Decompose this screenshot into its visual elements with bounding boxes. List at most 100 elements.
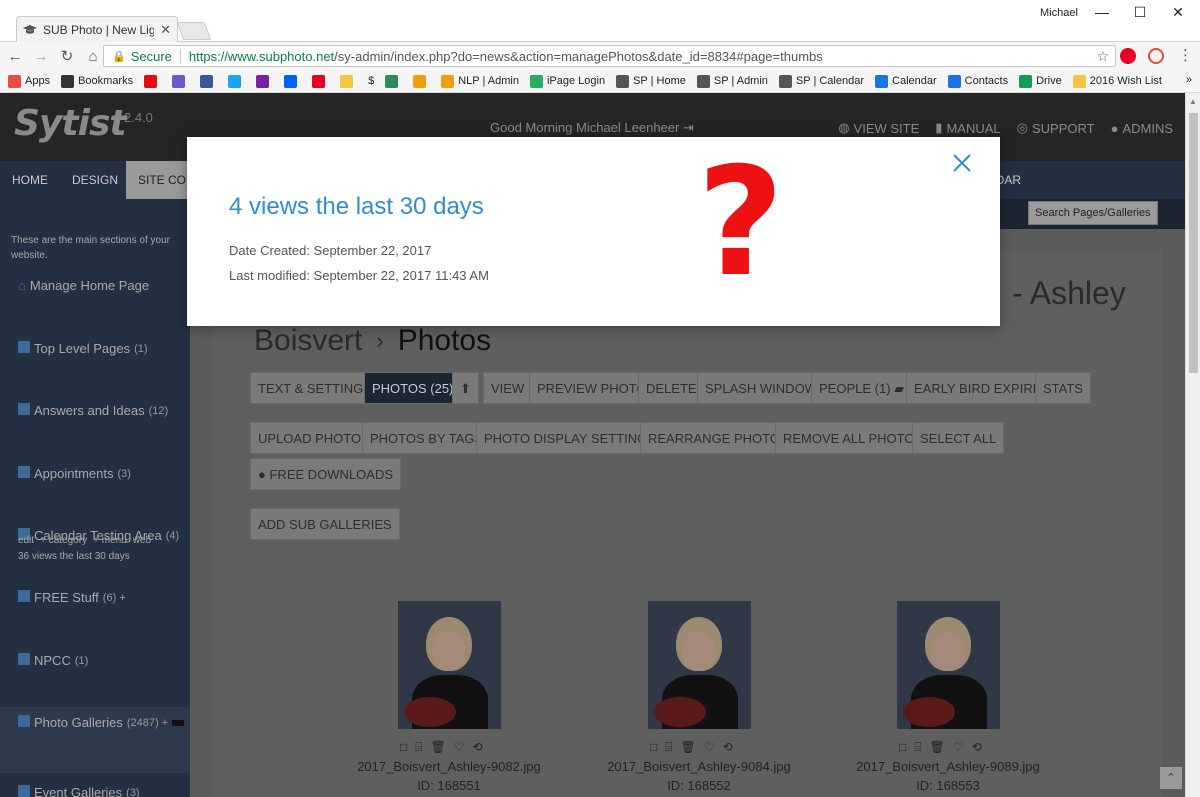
tab-photos[interactable]: PHOTOS (25) [364, 372, 462, 404]
browser-tab[interactable]: SUB Photo | New Light P ✕ [16, 16, 178, 42]
sidebar-item-npcc[interactable]: NPCC (1) [18, 652, 88, 668]
view-site-link[interactable]: ◍ VIEW SITE [838, 120, 919, 136]
tab-text-settings[interactable]: TEXT & SETTINGS [250, 372, 380, 404]
bookmark-item[interactable]: Contacts [947, 74, 1008, 88]
photo-display-settings-button[interactable]: PHOTO DISPLAY SETTINGS [476, 422, 664, 454]
remove-all-photos-button[interactable]: REMOVE ALL PHOTOS [775, 422, 932, 454]
trash-icon[interactable]: 🗑 [680, 740, 695, 755]
bookmark-star-icon[interactable]: ☆ [1096, 48, 1109, 65]
home-icon[interactable]: ⌂ [82, 48, 104, 65]
bookmark-item[interactable]: $ [368, 75, 374, 87]
heart-icon[interactable]: ♡ [704, 740, 715, 755]
manual-link[interactable]: ▮ MANUAL [935, 120, 1000, 136]
photo-thumbnail[interactable] [897, 601, 1000, 729]
bookmark-item[interactable]: iPage Login [529, 74, 605, 88]
select-checkbox[interactable]: □ [400, 740, 407, 755]
heart-icon[interactable]: ♡ [454, 740, 465, 755]
photo-filename[interactable]: 2017_Boisvert_Ashley-9089.jpg [853, 759, 1043, 774]
new-tab-button[interactable] [176, 22, 212, 40]
bookmark-item[interactable] [228, 74, 245, 88]
close-icon[interactable] [952, 153, 972, 173]
sidebar-item-free-stuff[interactable]: FREE Stuff (6) + [18, 589, 126, 605]
add-category-link[interactable]: + category [40, 535, 87, 546]
crop-icon[interactable]: ⌸ [914, 740, 921, 755]
address-bar[interactable]: 🔒 Secure https://www.subphoto.net /sy-ad… [103, 45, 1116, 67]
bookmark-item[interactable]: Drive [1019, 74, 1062, 88]
minimize-icon[interactable]: — [1092, 4, 1112, 20]
bookmark-item[interactable]: SP | Home [616, 74, 686, 88]
tab-view[interactable]: VIEW [483, 372, 533, 404]
select-all-button[interactable]: SELECT ALL [912, 422, 1005, 454]
photos-by-tags-button[interactable]: PHOTOS BY TAGS [362, 422, 492, 454]
admins-link[interactable]: ● ADMINS [1111, 120, 1173, 136]
back-icon[interactable]: ← [4, 48, 26, 65]
tab-splash-window[interactable]: SPLASH WINDOW [697, 372, 825, 404]
bookmark-item[interactable] [340, 74, 357, 88]
tab-preview-photo[interactable]: PREVIEW PHOTO [529, 372, 655, 404]
trash-icon[interactable]: 🗑 [929, 740, 944, 755]
bookmark-item[interactable]: Calendar [875, 74, 937, 88]
sytist-logo[interactable]: Sytist [14, 103, 127, 144]
bookmark-item[interactable]: Apps [8, 74, 50, 88]
pinterest-extension-icon[interactable] [1120, 48, 1136, 64]
rotate-icon[interactable]: ⟲ [472, 740, 482, 755]
breadcrumb-gallery[interactable]: Boisvert [254, 324, 362, 358]
photo-thumbnail[interactable] [398, 601, 501, 729]
tab-people[interactable]: PEOPLE (1) ▰ [811, 372, 913, 404]
edit-link[interactable]: edit [18, 535, 34, 546]
bookmark-item[interactable] [172, 74, 189, 88]
extension-icon[interactable] [1148, 48, 1164, 64]
select-checkbox[interactable]: □ [899, 740, 906, 755]
bookmark-item[interactable] [200, 74, 217, 88]
sidebar-item-photo-galleries[interactable]: Photo Galleries (2487) + [18, 714, 185, 730]
scroll-up-arrow-icon[interactable]: ▲ [1189, 97, 1197, 106]
select-checkbox[interactable]: □ [650, 740, 657, 755]
search-pages-input[interactable]: Search Pages/Galleries [1028, 201, 1158, 225]
web-link[interactable]: web [133, 535, 151, 546]
upload-photos-button[interactable]: UPLOAD PHOTOS [250, 422, 378, 454]
more-bookmarks-icon[interactable]: » [1186, 74, 1192, 86]
tab-stats[interactable]: STATS [1035, 372, 1091, 404]
crop-icon[interactable]: ⌸ [415, 740, 422, 755]
browser-menu-icon[interactable]: ⋮ [1178, 46, 1193, 64]
logout-icon[interactable]: ⇥ [683, 120, 694, 135]
scroll-to-top-button[interactable]: ⌃ [1160, 767, 1182, 789]
page-scrollbar[interactable]: ▲ [1185, 93, 1200, 797]
support-link[interactable]: ◎ SUPPORT [1017, 120, 1095, 136]
window-close-icon[interactable]: ✕ [1168, 4, 1188, 21]
rearrange-photos-button[interactable]: REARRANGE PHOTOS [640, 422, 797, 454]
sidebar-item-answers[interactable]: Answers and Ideas (12) [18, 402, 168, 418]
free-downloads-button[interactable]: ● FREE DOWNLOADS [250, 458, 401, 490]
bookmark-item[interactable] [144, 74, 161, 88]
forward-icon[interactable]: → [30, 48, 52, 65]
crop-icon[interactable]: ⌸ [665, 740, 672, 755]
bookmark-item[interactable] [312, 74, 329, 88]
add-menu-link[interactable]: + menu [93, 535, 127, 546]
bookmark-item[interactable]: Bookmarks [61, 74, 133, 88]
sidebar-item-manage-home[interactable]: ⌂ Manage Home Page [18, 278, 149, 293]
bookmark-item[interactable] [385, 74, 402, 88]
scroll-thumb[interactable] [1189, 113, 1198, 373]
tab-upload-arrow[interactable]: ⬆ [452, 372, 479, 404]
photo-filename[interactable]: 2017_Boisvert_Ashley-9082.jpg [354, 759, 544, 774]
bookmark-item[interactable]: SP | Calendar [778, 74, 864, 88]
nav-design[interactable]: DESIGN [60, 161, 130, 199]
rotate-icon[interactable]: ⟲ [722, 740, 732, 755]
bookmark-item[interactable]: NLP | Admin [441, 74, 519, 88]
photo-thumbnail[interactable] [648, 601, 751, 729]
nav-home[interactable]: HOME [0, 161, 60, 199]
bookmark-item[interactable] [256, 74, 273, 88]
bookmark-item[interactable] [413, 74, 430, 88]
rotate-icon[interactable]: ⟲ [971, 740, 981, 755]
profile-name[interactable]: Michael [1040, 7, 1078, 19]
bookmark-item[interactable] [284, 74, 301, 88]
tab-delete[interactable]: DELETE [638, 372, 705, 404]
tab-close-icon[interactable]: ✕ [160, 22, 171, 38]
sidebar-item-appointments[interactable]: Appointments (3) [18, 465, 131, 481]
trash-icon[interactable]: 🗑 [430, 740, 445, 755]
bookmark-item[interactable]: 2016 Wish List [1072, 74, 1162, 88]
reload-icon[interactable]: ↻ [56, 47, 78, 65]
sidebar-item-event-galleries[interactable]: Event Galleries (3) [18, 784, 140, 797]
bookmark-item[interactable]: SP | Admin [696, 74, 768, 88]
maximize-icon[interactable]: ☐ [1130, 4, 1150, 21]
